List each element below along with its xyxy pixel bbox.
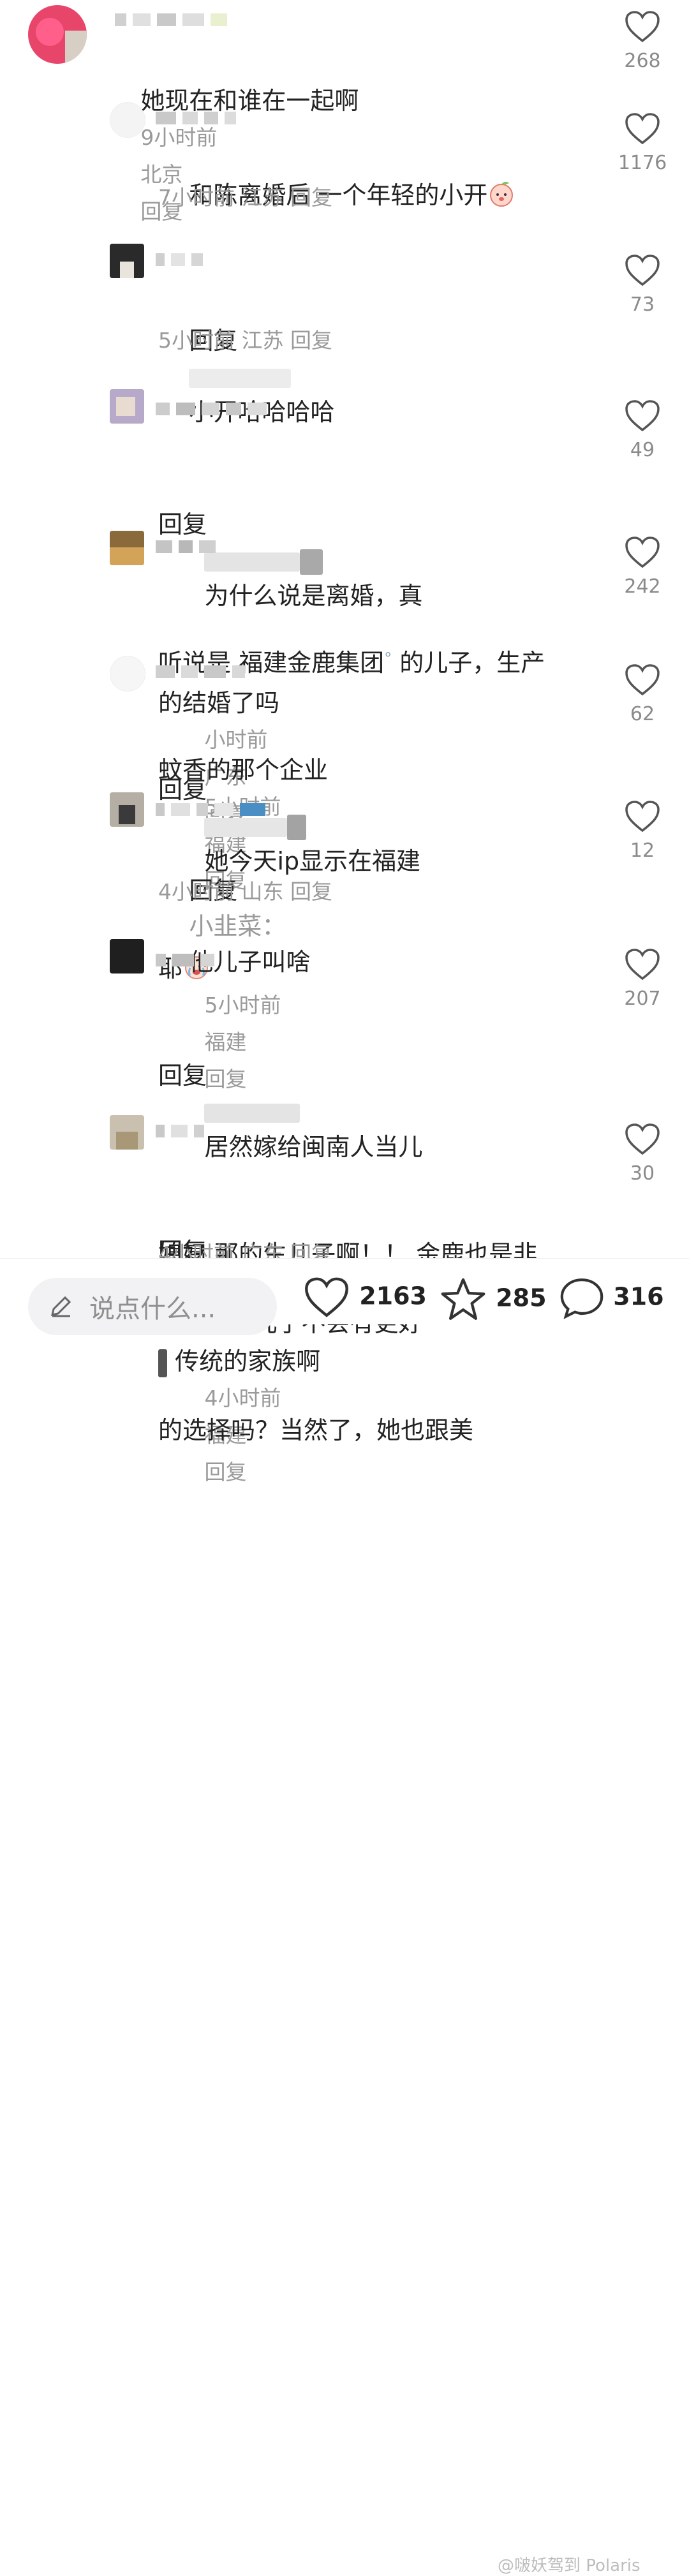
avatar[interactable] bbox=[110, 102, 145, 138]
like-count: 12 bbox=[630, 840, 655, 862]
username-blurred[interactable] bbox=[156, 253, 209, 269]
favorite-button[interactable]: 285 bbox=[439, 1277, 547, 1322]
like-button[interactable]: 62 bbox=[607, 663, 678, 725]
heart-icon bbox=[625, 113, 660, 145]
like-count: 30 bbox=[630, 1162, 655, 1185]
heart-icon bbox=[625, 664, 660, 696]
like-count: 73 bbox=[630, 293, 655, 316]
reply-button[interactable]: 回复 bbox=[290, 185, 332, 210]
comment-text: 居然嫁给闽南人当儿 bbox=[204, 1133, 423, 1161]
like-total-count: 2163 bbox=[359, 1282, 427, 1310]
heart-icon bbox=[625, 1123, 660, 1155]
pencil-icon bbox=[51, 1296, 71, 1317]
username-blurred[interactable] bbox=[156, 1124, 211, 1141]
heart-icon bbox=[625, 801, 660, 833]
like-count: 62 bbox=[630, 703, 655, 725]
reply-target-blurred[interactable] bbox=[189, 368, 292, 388]
heart-icon bbox=[625, 400, 660, 432]
like-button[interactable]: 242 bbox=[607, 536, 678, 598]
avatar[interactable] bbox=[110, 792, 144, 827]
username-blurred[interactable] bbox=[156, 111, 242, 128]
like-button[interactable]: 268 bbox=[607, 10, 678, 72]
reply-prefix: 回复 bbox=[158, 510, 207, 538]
like-button[interactable]: 73 bbox=[607, 254, 678, 316]
like-button[interactable]: 1176 bbox=[607, 112, 678, 174]
comment-text-cont: 的选择吗？当然了，她也跟美 bbox=[158, 1416, 474, 1444]
comment-input-placeholder: 说点什么... bbox=[89, 1294, 216, 1324]
star-icon bbox=[441, 1278, 485, 1320]
avatar[interactable] bbox=[110, 389, 144, 424]
watermark: @啵妖驾到 Polaris bbox=[498, 2556, 641, 2575]
comment-time: 5小时前 bbox=[158, 328, 235, 353]
username-blurred[interactable] bbox=[156, 665, 251, 681]
comment-text-b: 的儿子，生产 bbox=[399, 649, 545, 677]
reply-target-blurred[interactable] bbox=[204, 1103, 300, 1123]
reply-button[interactable]: 回复 bbox=[290, 328, 332, 353]
username-blurred[interactable] bbox=[156, 953, 221, 970]
username-blurred[interactable] bbox=[156, 540, 222, 556]
bottom-action-bar: 说点什么... 2163 285 316 @啵妖驾到 Polaris bbox=[0, 1258, 689, 2575]
comment-location: 江苏 bbox=[241, 185, 284, 210]
avatar[interactable] bbox=[110, 1115, 144, 1150]
like-button[interactable]: 30 bbox=[607, 1123, 678, 1185]
like-count: 207 bbox=[624, 988, 661, 1010]
favorite-count: 285 bbox=[496, 1284, 547, 1312]
comment-location: 江苏 bbox=[241, 328, 284, 353]
username-blurred[interactable] bbox=[156, 803, 272, 819]
like-total-button[interactable]: 2163 bbox=[302, 1277, 427, 1319]
username-blurred[interactable] bbox=[156, 402, 273, 418]
like-button[interactable]: 49 bbox=[607, 399, 678, 461]
heart-icon bbox=[625, 11, 660, 43]
username-blurred[interactable] bbox=[115, 13, 233, 29]
reply-target-blurred[interactable] bbox=[204, 817, 288, 837]
heart-icon bbox=[305, 1277, 348, 1317]
avatar[interactable] bbox=[110, 244, 144, 278]
like-count: 49 bbox=[630, 439, 655, 461]
comment-time: 4小时前 bbox=[158, 879, 235, 904]
comment-bubble-icon bbox=[560, 1278, 604, 1319]
like-count: 268 bbox=[624, 50, 661, 72]
avatar[interactable] bbox=[28, 5, 87, 64]
avatar[interactable] bbox=[110, 656, 145, 692]
like-count: 1176 bbox=[618, 152, 667, 174]
heart-icon bbox=[625, 537, 660, 568]
reply-target[interactable]: 小韭菜： bbox=[189, 912, 286, 940]
reply-prefix: 回复 bbox=[158, 1062, 207, 1090]
comment-location: 山东 bbox=[241, 879, 284, 904]
like-button[interactable]: 207 bbox=[607, 948, 678, 1010]
like-button[interactable]: 12 bbox=[607, 800, 678, 862]
comment-input[interactable]: 说点什么... bbox=[28, 1278, 277, 1335]
reply-prefix: 回复 bbox=[158, 776, 207, 804]
reply-button[interactable]: 回复 bbox=[290, 879, 332, 904]
heart-icon bbox=[625, 949, 660, 981]
comment-time: 7小时前 bbox=[158, 185, 235, 210]
avatar[interactable] bbox=[110, 939, 144, 973]
avatar[interactable] bbox=[110, 531, 144, 565]
comment-count: 316 bbox=[613, 1282, 664, 1311]
like-count: 242 bbox=[624, 575, 661, 598]
peach-emoji-icon bbox=[490, 182, 514, 207]
heart-icon bbox=[625, 255, 660, 286]
comment-count-button[interactable]: 316 bbox=[559, 1277, 664, 1320]
